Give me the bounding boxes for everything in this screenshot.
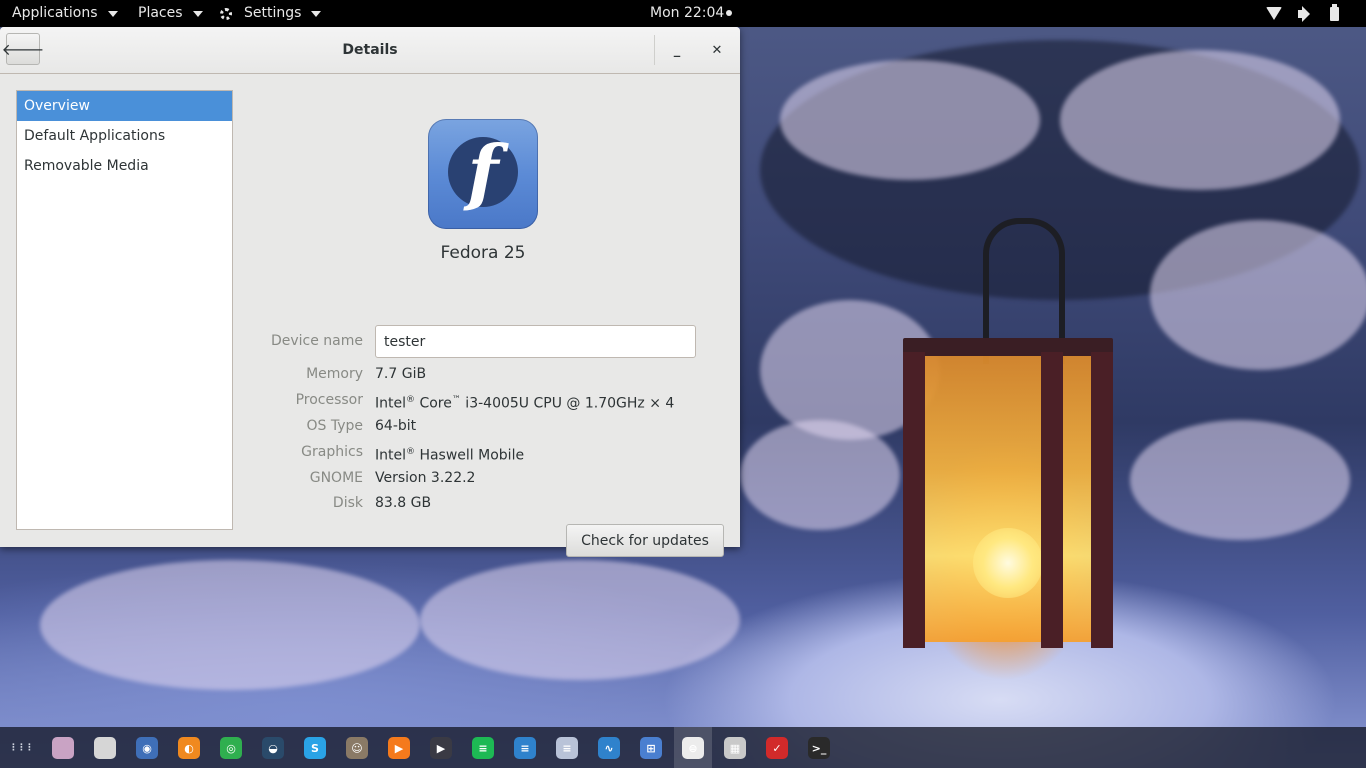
applications-menu[interactable]: Applications [12,0,118,27]
window-title: Details [342,42,398,58]
close-button[interactable]: ✕ [704,37,730,63]
overview-panel: f Fedora 25 Device name Memory 7.7 GiB P… [233,73,740,557]
memory-row: Memory 7.7 GiB [233,362,740,386]
clock-label: Mon 22:04 [650,5,725,21]
graphics-model: Haswell Mobile [415,447,525,464]
gnome-label: GNOME [309,470,363,486]
calculator-icon[interactable]: ⊞ [640,737,662,759]
battery-icon[interactable] [1330,3,1344,21]
fedora-logo-icon: f [428,119,538,229]
graphics-label: Graphics [301,444,363,460]
folder-icon[interactable] [94,737,116,759]
system-tray[interactable] [1266,0,1344,27]
processor-row: Processor Intel® Core™ i3-4005U CPU @ 1.… [233,388,740,412]
settings-toggle-icon[interactable]: ⊜ [682,737,704,759]
system-monitor-icon[interactable]: ∿ [598,737,620,759]
gnome-row: GNOME Version 3.22.2 [233,466,740,490]
registered-mark: ® [406,395,415,405]
chrome-icon[interactable]: ◎ [220,737,242,759]
memory-value: 7.7 GiB [375,366,427,382]
steam-icon[interactable]: ◒ [262,737,284,759]
clock[interactable]: Mon 22:04 [650,0,733,27]
device-name-input[interactable] [375,325,696,358]
notification-dot-icon [726,10,733,16]
processor-model: i3-4005U CPU @ 1.70GHz × 4 [460,395,675,412]
minimize-icon: _ [673,42,681,58]
settings-menu[interactable]: Settings [220,0,322,27]
processor-value: Intel® Core™ i3-4005U CPU @ 1.70GHz × 4 [375,388,674,416]
gear-icon [220,7,232,20]
memory-label: Memory [306,366,363,382]
close-icon: ✕ [711,42,723,58]
details-window: Details 🡐 _ ✕ Overview Default Applicati… [0,27,740,557]
disk-label: Disk [332,495,363,511]
media-player-icon[interactable]: ▶ [388,737,410,759]
lantern [903,218,1113,650]
processor-family: Core [415,395,452,412]
gnome-value: Version 3.22.2 [375,470,476,486]
caret-down-icon [192,10,203,17]
os-type-row: OS Type 64-bit [233,414,740,438]
applications-menu-label: Applications [12,5,98,21]
sidebar: Overview Default Applications Removable … [16,90,233,530]
disks-icon[interactable]: ▦ [724,737,746,759]
disk-row: Disk 83.8 GB [233,491,740,515]
volume-icon[interactable] [1298,5,1312,22]
graphics-vendor: Intel [375,447,406,464]
screenshot-icon[interactable]: ◉ [136,737,158,759]
wifi-icon[interactable] [1266,6,1282,21]
os-type-label: OS Type [306,418,363,434]
gimp-icon[interactable]: ☺ [346,737,368,759]
top-bar: Applications Places Settings Mon 22:04 [0,0,1366,27]
sidebar-item-default-applications[interactable]: Default Applications [17,121,232,151]
disk-value: 83.8 GB [375,495,432,511]
places-menu-label: Places [138,5,183,21]
registered-mark: ® [406,447,415,457]
files-pink-icon[interactable] [52,737,74,759]
firefox-icon[interactable]: ◐ [178,737,200,759]
sidebar-item-overview[interactable]: Overview [17,91,232,121]
notes-icon[interactable]: ≡ [556,737,578,759]
software-icon[interactable]: ✓ [766,737,788,759]
device-name-label: Device name [270,333,363,349]
places-menu[interactable]: Places [138,0,203,27]
processor-label: Processor [295,392,363,408]
app-grid-icon[interactable]: ⋮⋮⋮ [9,737,34,759]
skype-icon[interactable]: S [304,737,326,759]
text-editor-icon[interactable]: ≡ [514,737,536,759]
trademark-mark: ™ [451,395,461,405]
check-for-updates-button[interactable]: Check for updates [566,524,724,557]
dock: ⋮⋮⋮ ◉ ◐ ◎ ◒ S ☺ ▶ ▶ ≡ ≡ ≡ ∿ ⊞ ⊜ ▦ ✓ >_ [0,727,1366,768]
back-button[interactable]: 🡐 [2,33,44,65]
spotify-icon[interactable]: ≡ [472,737,494,759]
video-player-icon[interactable]: ▶ [430,737,452,759]
os-name: Fedora 25 [440,243,526,263]
caret-down-icon [107,10,118,17]
header-bar: Details 🡐 _ ✕ [0,27,740,74]
fedora-logo-glyph: f [467,129,499,214]
graphics-value: Intel® Haswell Mobile [375,440,524,468]
os-type-value: 64-bit [375,418,417,434]
caret-down-icon [311,10,322,17]
terminal-icon[interactable]: >_ [808,737,830,759]
sidebar-item-removable-media[interactable]: Removable Media [17,151,232,181]
minimize-button[interactable]: _ [664,37,690,63]
settings-menu-label: Settings [244,5,302,21]
arrow-left-icon: 🡐 [1,40,45,59]
graphics-row: Graphics Intel® Haswell Mobile [233,440,740,464]
header-separator [654,35,655,65]
processor-vendor: Intel [375,395,406,412]
